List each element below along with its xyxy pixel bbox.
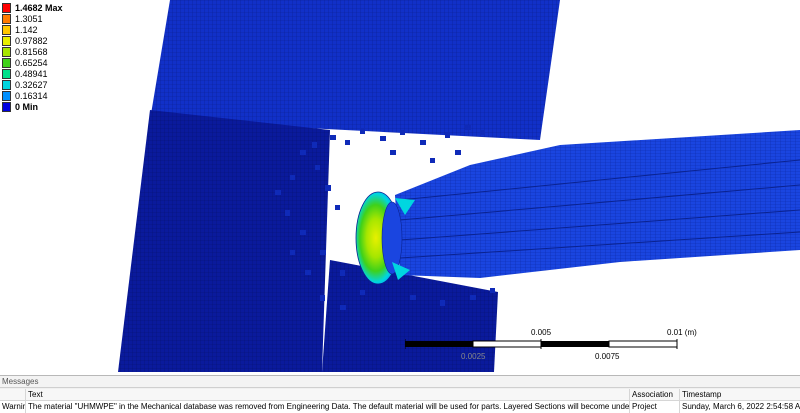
legend-swatch [2, 79, 11, 90]
legend-entry: 1.142 [2, 24, 82, 35]
legend-label: 0.65254 [15, 57, 48, 68]
legend-swatch [2, 68, 11, 79]
legend-entry: 0.97882 [2, 35, 82, 46]
legend-swatch [2, 57, 11, 68]
message-type: Warning [0, 401, 26, 413]
legend-entry: 0.65254 [2, 57, 82, 68]
legend-swatch [2, 46, 11, 57]
model-render [118, 0, 800, 372]
legend-entry: 0.48941 [2, 68, 82, 79]
message-row[interactable]: Warning The material "UHMWPE" in the Mec… [0, 401, 800, 413]
legend-label: 1.4682 Max [15, 2, 63, 13]
scale-top-label-2: 0.01 (m) [667, 328, 697, 337]
legend-swatch [2, 2, 11, 13]
legend-entry: 0.81568 [2, 46, 82, 57]
scale-bottom-label-2: 0.0075 [595, 352, 620, 361]
legend-swatch [2, 90, 11, 101]
contour-legend: 1.4682 Max 1.3051 1.142 0.97882 0.81568 0.652… [2, 2, 82, 112]
legend-label: 1.3051 [15, 13, 43, 24]
messages-panel: Messages Text Association Timestamp Warn… [0, 375, 800, 413]
messages-title: Messages [0, 376, 800, 388]
message-text: The material "UHMWPE" in the Mechanical … [28, 401, 630, 413]
legend-label: 0.32627 [15, 79, 48, 90]
legend-label: 1.142 [15, 24, 38, 35]
legend-entry: 0.32627 [2, 79, 82, 90]
legend-entry: 0 Min [2, 101, 82, 112]
messages-table: Text Association Timestamp Warning The m… [0, 389, 800, 413]
scale-top-label-1: 0.005 [531, 328, 552, 337]
legend-swatch [2, 35, 11, 46]
legend-swatch [2, 101, 11, 112]
messages-header-row: Text Association Timestamp [0, 389, 800, 401]
legend-label: 0.16314 [15, 90, 48, 101]
legend-entry: 0.16314 [2, 90, 82, 101]
message-timestamp: Sunday, March 6, 2022 2:54:58 AM [682, 402, 800, 411]
message-association: Project [630, 401, 680, 413]
legend-swatch [2, 24, 11, 35]
legend-entry: 1.4682 Max [2, 2, 82, 13]
scale-bar-graphic [405, 339, 678, 349]
legend-swatch [2, 13, 11, 24]
legend-entry: 1.3051 [2, 13, 82, 24]
legend-label: 0.48941 [15, 68, 48, 79]
target-plate-lower [118, 110, 330, 372]
col-header-text[interactable]: Text [26, 389, 630, 400]
legend-label: 0 Min [15, 101, 39, 112]
scale-bar: 0.005 0.01 (m) 0.0025 0.0075 [405, 328, 697, 362]
legend-label: 0.97882 [15, 35, 48, 46]
col-header-association[interactable]: Association [630, 389, 680, 400]
graphics-viewport[interactable]: 1.4682 Max 1.3051 1.142 0.97882 0.81568 0.652… [0, 0, 800, 375]
scale-bottom-label-1: 0.0025 [461, 352, 486, 361]
legend-label: 0.81568 [15, 46, 48, 57]
col-header-timestamp[interactable]: Timestamp [680, 389, 800, 400]
col-header-type[interactable] [0, 389, 26, 400]
